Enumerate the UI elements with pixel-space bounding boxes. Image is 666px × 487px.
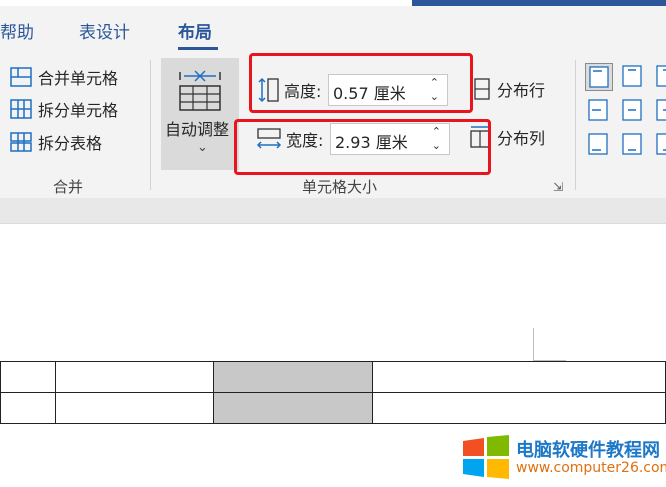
watermark-title: 电脑软硬件教程网 <box>516 440 660 461</box>
active-tab-indicator <box>178 47 218 50</box>
merge-group-label: 合并 <box>53 178 84 196</box>
table-cell[interactable] <box>0 361 56 393</box>
table-cell[interactable] <box>54 361 215 393</box>
ribbon-bottom-bar <box>0 198 666 224</box>
split-cells-button[interactable]: 拆分单元格 <box>10 94 118 124</box>
align-middle-center-icon <box>622 99 642 121</box>
align-bottom-right-icon <box>656 133 666 155</box>
table-cell[interactable] <box>371 392 666 424</box>
split-table-label: 拆分表格 <box>38 134 103 153</box>
align-top-right-icon <box>656 65 666 87</box>
tab-table-design[interactable]: 表设计 <box>79 18 130 43</box>
margin-marker <box>533 328 534 361</box>
autofit-label: 自动调整 <box>165 120 230 139</box>
align-middle-left-icon <box>588 99 608 121</box>
align-top-right-button[interactable] <box>653 63 666 91</box>
table-cell[interactable] <box>0 392 56 424</box>
align-top-center-button[interactable] <box>619 63 647 91</box>
dialog-launcher-icon[interactable]: ⇲ <box>553 180 563 194</box>
chevron-down-icon: ⌄ <box>197 140 208 155</box>
distribute-rows-label: 分布行 <box>497 81 546 100</box>
windows-logo-icon <box>463 435 509 479</box>
table-row <box>0 392 666 424</box>
height-highlight-box <box>249 53 473 113</box>
table-row <box>0 361 666 393</box>
table-cell[interactable] <box>371 361 666 393</box>
align-bottom-center-button[interactable] <box>619 131 647 159</box>
align-top-center-icon <box>622 65 642 87</box>
align-bottom-center-icon <box>622 133 642 155</box>
ribbon-tabs: 帮助 表设计 布局 <box>0 6 666 52</box>
align-bottom-left-icon <box>588 133 608 155</box>
cell-size-group-label: 单元格大小 <box>302 178 378 196</box>
align-top-left-icon <box>589 66 609 88</box>
distribute-columns-label: 分布列 <box>497 129 546 148</box>
merge-cells-button[interactable]: 合并单元格 <box>10 62 118 92</box>
align-middle-left-button[interactable] <box>585 97 613 125</box>
split-table-icon <box>10 132 32 152</box>
align-middle-right-icon <box>656 99 666 121</box>
width-highlight-box <box>234 119 491 175</box>
table-cell[interactable] <box>54 392 215 424</box>
align-middle-right-button[interactable] <box>653 97 666 125</box>
align-bottom-left-button[interactable] <box>585 131 613 159</box>
group-separator <box>150 60 151 190</box>
watermark-url: www.computer26.com <box>516 460 666 476</box>
align-middle-center-button[interactable] <box>619 97 647 125</box>
autofit-icon <box>179 70 221 111</box>
align-top-left-button[interactable] <box>585 63 613 91</box>
distribute-rows-button[interactable]: 分布行 <box>469 74 545 104</box>
split-cells-icon <box>10 99 32 119</box>
merge-cells-icon <box>10 67 32 87</box>
group-separator <box>575 60 576 190</box>
align-bottom-right-button[interactable] <box>653 131 666 159</box>
split-table-button[interactable]: 拆分表格 <box>10 127 102 157</box>
merge-cells-label: 合并单元格 <box>38 69 119 88</box>
table-cell-selected[interactable] <box>213 361 373 393</box>
split-cells-label: 拆分单元格 <box>38 101 119 120</box>
site-watermark: 电脑软硬件教程网 www.computer26.com <box>460 433 666 483</box>
table-cell-selected[interactable] <box>213 392 373 424</box>
autofit-button[interactable]: 自动调整 ⌄ <box>161 58 239 170</box>
document-table[interactable] <box>0 361 666 424</box>
tab-layout[interactable]: 布局 <box>178 18 212 43</box>
tab-help[interactable]: 帮助 <box>0 18 34 43</box>
